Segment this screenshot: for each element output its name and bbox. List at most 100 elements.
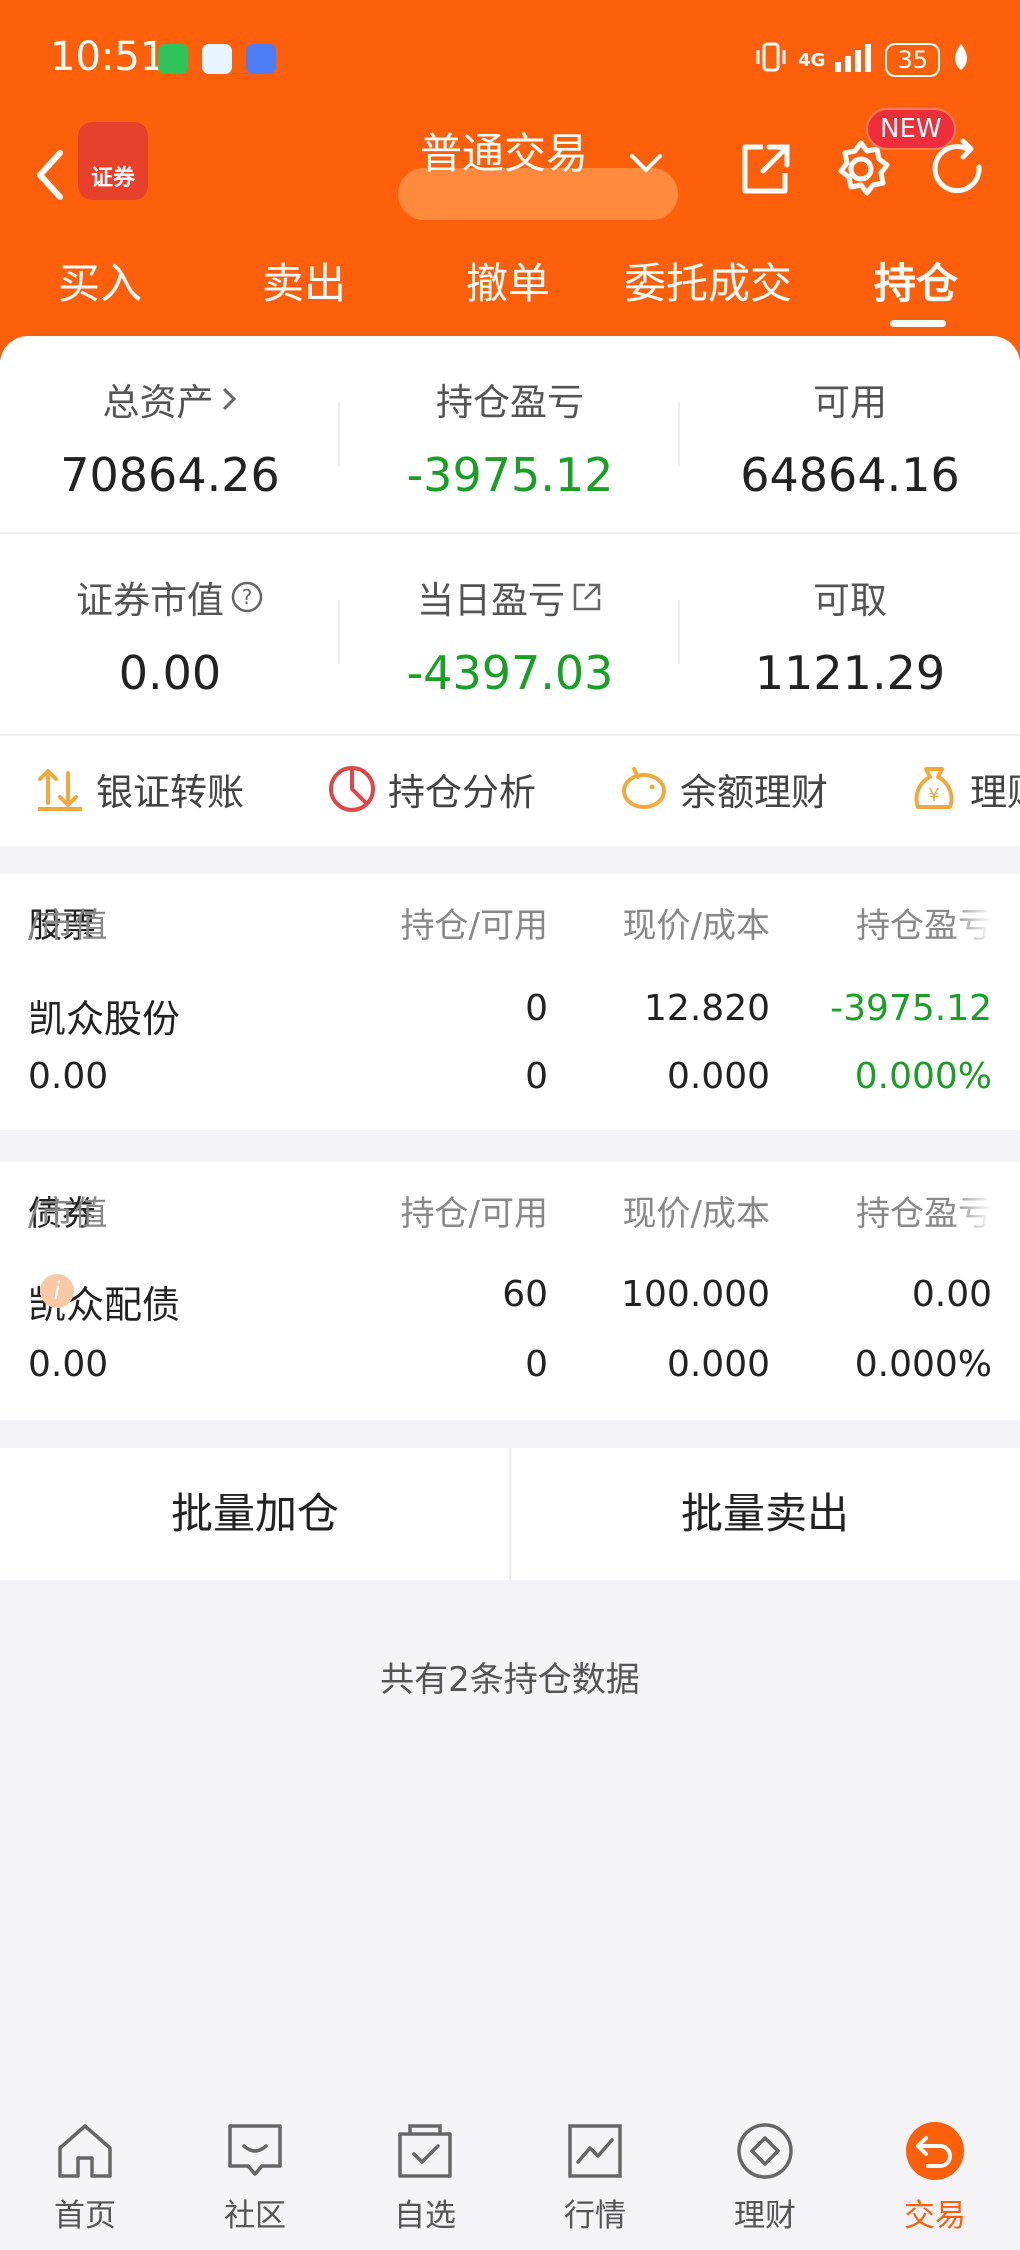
stock-pl: -3975.12 [830, 988, 992, 1029]
status-bar: 10:51 4G 35 [0, 0, 1020, 120]
holdings-count-note: 共有2条持仓数据 [380, 1660, 640, 1700]
stock-available: 0 [525, 1056, 548, 1097]
col-pl: 持仓盈亏 [856, 906, 992, 946]
nav-label: 自选 [394, 2198, 456, 2234]
daily-pl-value: -4397.03 [406, 646, 614, 700]
tab-sell[interactable]: 卖出 [262, 250, 346, 311]
quick-action-balance-wealth[interactable]: 余额理财 [618, 762, 828, 816]
leaf-icon [950, 42, 972, 78]
bond-market-value: 0.00 [28, 1344, 109, 1385]
stock-name: 凯众股份 [28, 997, 181, 1041]
available-label: 可用 [813, 381, 887, 424]
chevron-down-icon[interactable] [628, 152, 664, 178]
vibrate-icon [754, 40, 788, 80]
nav-trade[interactable]: 交易 [850, 2118, 1020, 2235]
stock-price: 12.820 [644, 988, 770, 1029]
quick-actions: 银证转账 持仓分析 余额理财 ¥ 理财 [0, 734, 1020, 846]
quick-action-wealth[interactable]: ¥ 理财 [908, 762, 1020, 816]
battery-indicator: 35 [885, 43, 940, 77]
info-icon[interactable]: i [40, 1274, 74, 1308]
help-icon[interactable]: ? [230, 580, 264, 614]
bond-row-line-2: 0.00 0 0.000 0.000% [0, 1344, 1020, 1404]
position-pl-value: -3975.12 [406, 448, 614, 502]
bond-pl: 0.00 [911, 1274, 992, 1315]
stock-cost: 0.000 [666, 1056, 770, 1097]
svg-text:?: ? [242, 585, 253, 609]
nav-watchlist[interactable]: 自选 [340, 2118, 510, 2235]
nav-label: 理财 [734, 2198, 796, 2234]
active-tab-indicator [890, 320, 946, 327]
bond-pl-pct: 0.000% [854, 1344, 992, 1385]
quick-action-label: 理财 [970, 771, 1020, 814]
nav-community[interactable]: 社区 [170, 2118, 340, 2235]
tab-positions[interactable]: 持仓 [874, 250, 958, 311]
transfer-icon [34, 763, 86, 815]
nav-label: 交易 [904, 2198, 966, 2234]
nav-label: 社区 [224, 2198, 286, 2234]
share-button[interactable] [730, 134, 800, 204]
daily-pl-label: 当日盈亏 [417, 579, 565, 622]
watchlist-icon [392, 2118, 458, 2184]
back-arrow-icon [37, 150, 63, 200]
bond-row-line-1: 凯众配债 i 60 100.000 0.00 [0, 1274, 1020, 1334]
summary-row-1: 总资产 70864.26 持仓盈亏 -3975.12 可用 64864.16 [0, 336, 1020, 532]
bond-position: 60 [502, 1274, 548, 1315]
nav-market[interactable]: 行情 [510, 2118, 680, 2235]
tab-orders[interactable]: 委托成交 [624, 250, 792, 311]
home-icon [52, 2118, 118, 2184]
app-header: 10:51 4G 35 证券 普通交易 NEW 买入 卖出 撤单 委托成交 持仓 [0, 0, 1020, 360]
tab-cancel[interactable]: 撤单 [466, 250, 550, 311]
summary-row-2: 证券市值 ? 0.00 当日盈亏 -4397.03 可取 1121.29 [0, 534, 1020, 730]
quick-action-label: 持仓分析 [388, 771, 536, 814]
external-link-icon [573, 583, 601, 611]
bond-holdings: 债券/市值 持仓/可用 现价/成本 持仓盈亏 凯众配债 i 60 100.000 … [0, 1162, 1020, 1420]
col-pl: 持仓盈亏 [856, 1194, 992, 1234]
page-title[interactable]: 普通交易 [420, 120, 588, 181]
community-icon [222, 2118, 288, 2184]
top-bar: 证券 普通交易 NEW [0, 108, 1020, 240]
wechat-icon [158, 44, 188, 74]
piggy-bank-icon [618, 763, 670, 815]
securities-value-label: 证券市值 [76, 579, 224, 622]
stock-table-header: 股票/市值 持仓/可用 现价/成本 持仓盈亏 [0, 898, 1020, 958]
position-pl-cell: 持仓盈亏 -3975.12 [340, 336, 680, 532]
back-button[interactable] [22, 140, 78, 210]
col-market-value: /市值 [28, 906, 108, 946]
batch-add-button[interactable]: 批量加仓 [0, 1448, 510, 1580]
logo-text: 证券 [90, 166, 135, 191]
chat-app-icon [202, 44, 232, 74]
col-price: 现价/成本 [622, 906, 770, 946]
stock-holdings: 股票/市值 持仓/可用 现价/成本 持仓盈亏 凯众股份 0 12.820 -39… [0, 874, 1020, 1130]
stock-row-line-1: 凯众股份 0 12.820 -3975.12 [0, 988, 1020, 1048]
broker-logo: 证券 [78, 122, 148, 200]
daily-pl-cell[interactable]: 当日盈亏 -4397.03 [340, 534, 680, 730]
quick-action-analysis[interactable]: 持仓分析 [326, 762, 536, 816]
total-assets-cell[interactable]: 总资产 70864.26 [0, 336, 340, 532]
chevron-right-icon [222, 387, 236, 411]
money-bag-icon: ¥ [908, 763, 960, 815]
trade-icon [902, 2118, 968, 2184]
securities-value-cell: 证券市值 ? 0.00 [0, 534, 340, 730]
refresh-button[interactable] [922, 134, 992, 204]
nav-label: 首页 [54, 2198, 116, 2234]
status-time: 10:51 [50, 34, 166, 80]
withdrawable-label: 可取 [813, 579, 887, 622]
tab-buy[interactable]: 买入 [58, 250, 142, 311]
refresh-icon [932, 138, 982, 194]
wealth-icon [732, 2118, 798, 2184]
stock-pl-pct: 0.000% [854, 1056, 992, 1097]
stock-position: 0 [525, 988, 548, 1029]
trade-tabs: 买入 卖出 撤单 委托成交 持仓 [0, 250, 1020, 320]
bond-available: 0 [525, 1344, 548, 1385]
quick-action-label: 银证转账 [96, 771, 244, 814]
available-cell: 可用 64864.16 [680, 336, 1020, 532]
position-pl-label: 持仓盈亏 [436, 381, 584, 424]
nav-home[interactable]: 首页 [0, 2118, 170, 2235]
bottom-nav: 首页 社区 自选 行情 理财 交易 [0, 2100, 1020, 2250]
nav-label: 行情 [564, 2198, 626, 2234]
quick-action-label: 余额理财 [680, 771, 828, 814]
quick-action-transfer[interactable]: 银证转账 [34, 762, 244, 816]
col-market-value: /市值 [28, 1194, 108, 1234]
batch-sell-button[interactable]: 批量卖出 [510, 1448, 1020, 1580]
nav-wealth[interactable]: 理财 [680, 2118, 850, 2235]
